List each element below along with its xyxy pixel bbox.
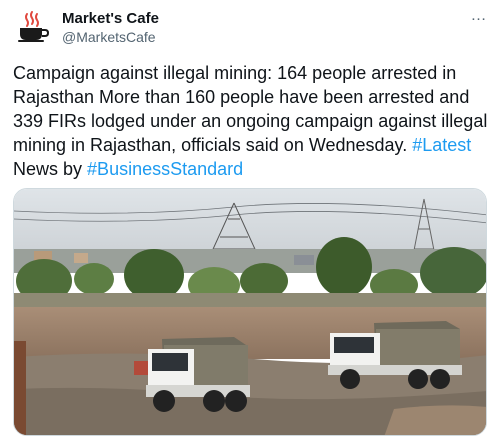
hashtag-businessstandard[interactable]: #BusinessStandard	[87, 159, 243, 179]
author-handle[interactable]: @MarketsCafe	[62, 29, 156, 46]
more-options-icon[interactable]: …	[466, 6, 492, 26]
author-name[interactable]: Market's Cafe	[62, 10, 159, 28]
tweet-card[interactable]: Market's Cafe @MarketsCafe … Campaign ag…	[0, 0, 500, 441]
tweet-text: Campaign against illegal mining: 164 peo…	[13, 61, 495, 181]
hashtag-latest[interactable]: #Latest	[412, 135, 471, 155]
coffee-cup-icon	[18, 11, 50, 42]
tweet-photo[interactable]	[13, 188, 487, 436]
tweet-text-mid: News by	[13, 159, 83, 179]
mining-trucks-photo	[14, 189, 486, 435]
avatar[interactable]	[13, 7, 53, 47]
